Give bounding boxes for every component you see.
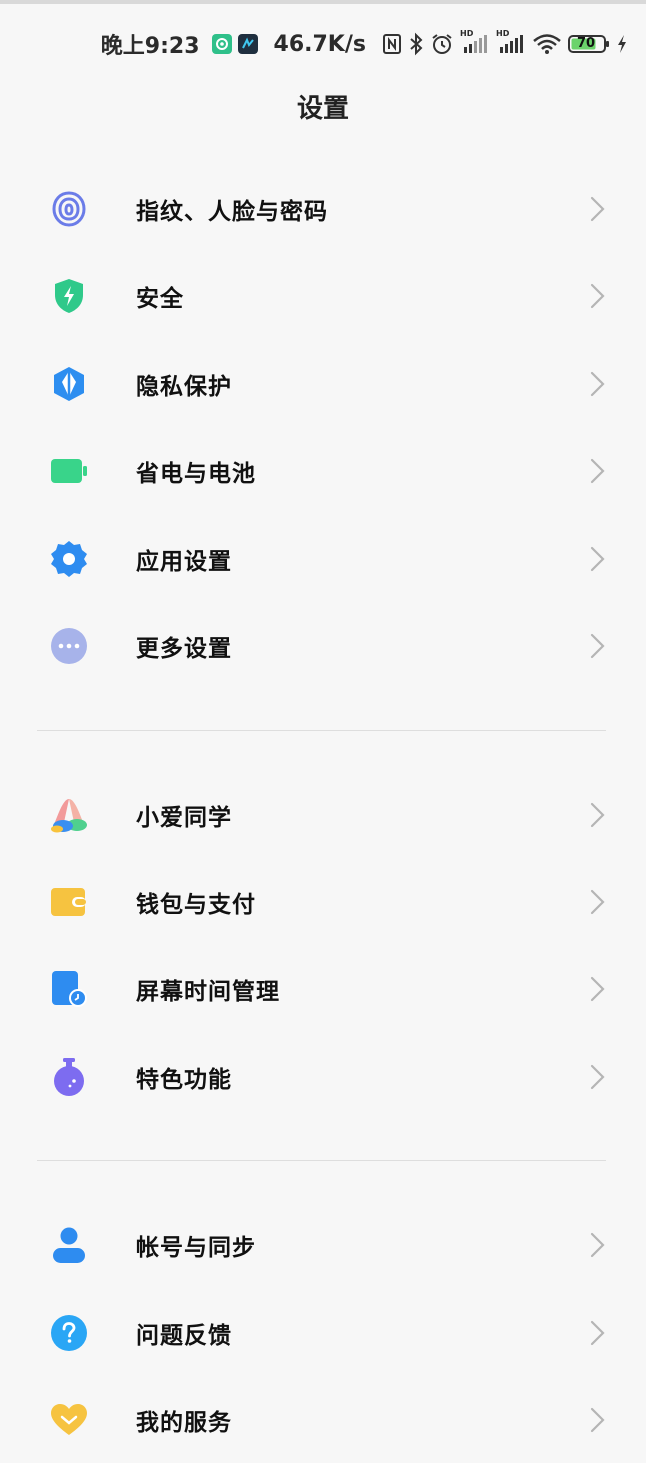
bluetooth-icon [408,32,424,56]
battery-icon [49,451,89,491]
page-title: 设置 [296,94,349,124]
settings-item-label: 更多设置 [136,635,232,662]
heart-icon [49,1400,89,1440]
battery-level: 70 [577,36,596,51]
chevron-right-icon [590,371,605,396]
account-icon [49,1225,89,1265]
app-notification-icon [211,34,232,54]
screen-time-icon [49,969,89,1009]
chevron-right-icon [590,546,605,571]
status-bar: 晚上9:23 46.7K/s HD HD 70 [0,22,646,66]
chevron-right-icon [590,1064,605,1089]
more-icon [49,626,89,666]
chevron-right-icon [590,1407,605,1432]
settings-item-label: 我的服务 [136,1409,232,1436]
charging-icon [616,33,628,55]
settings-item-wallet-payment[interactable]: 钱包与支付 [0,858,646,945]
shield-icon [49,276,89,316]
network-speed: 46.7K/s [273,31,366,57]
chevron-right-icon [590,1320,605,1345]
xiaoai-icon [49,795,89,835]
chevron-right-icon [590,458,605,483]
section-divider [37,730,606,731]
settings-item-xiaoai[interactable]: 小爱同学 [0,771,646,858]
hd-label-2: HD [496,29,510,38]
chevron-right-icon [590,1232,605,1257]
feedback-icon [49,1313,89,1353]
settings-item-label: 应用设置 [136,548,232,575]
fingerprint-icon [49,189,89,229]
settings-item-label: 特色功能 [136,1066,232,1093]
settings-item-feedback[interactable]: 问题反馈 [0,1289,646,1376]
settings-item-battery[interactable]: 省电与电池 [0,427,646,514]
status-time: 晚上9:23 [100,34,200,59]
settings-item-fingerprint-face-password[interactable]: 指纹、人脸与密码 [0,165,646,252]
settings-item-security[interactable]: 安全 [0,252,646,339]
flask-icon [49,1057,89,1097]
chevron-right-icon [590,976,605,1001]
settings-item-label: 帐号与同步 [136,1234,256,1261]
wallet-icon [49,882,89,922]
settings-item-label: 指纹、人脸与密码 [136,198,328,225]
section-divider [37,1160,606,1161]
settings-item-label: 安全 [136,285,184,312]
app-notification-icon-2 [237,34,258,54]
privacy-icon [49,364,89,404]
settings-item-app-settings[interactable]: 应用设置 [0,515,646,602]
alarm-icon [430,32,454,56]
settings-item-privacy[interactable]: 隐私保护 [0,340,646,427]
nfc-icon [382,33,402,55]
signal-icon-1: HD [460,29,490,55]
wifi-icon [532,33,562,55]
chevron-right-icon [590,802,605,827]
chevron-right-icon [590,196,605,221]
chevron-right-icon [590,889,605,914]
top-edge-bar [0,0,646,4]
settings-item-label: 隐私保护 [136,373,232,400]
battery-status-icon: 70 [568,33,610,55]
settings-item-label: 小爱同学 [136,804,232,831]
settings-item-special-features[interactable]: 特色功能 [0,1033,646,1120]
settings-item-screen-time[interactable]: 屏幕时间管理 [0,945,646,1032]
chevron-right-icon [590,633,605,658]
settings-item-label: 问题反馈 [136,1322,232,1349]
settings-item-account-sync[interactable]: 帐号与同步 [0,1201,646,1288]
settings-item-label: 屏幕时间管理 [136,978,280,1005]
settings-item-more-settings[interactable]: 更多设置 [0,602,646,689]
hd-label-1: HD [460,29,474,38]
settings-item-my-services[interactable]: 我的服务 [0,1376,646,1463]
settings-item-label: 钱包与支付 [136,891,256,918]
chevron-right-icon [590,283,605,308]
signal-icon-2: HD [496,29,526,55]
settings-item-label: 省电与电池 [136,460,256,487]
gear-icon [49,539,89,579]
